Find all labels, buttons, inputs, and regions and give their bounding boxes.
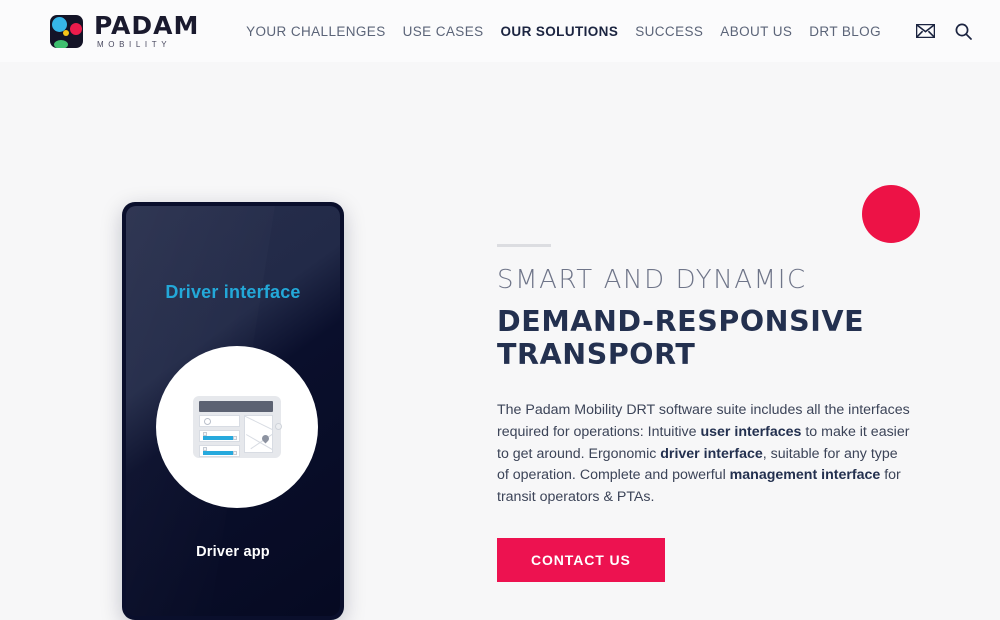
brand-tagline: MOBILITY — [97, 40, 172, 49]
nav-item-drt-blog[interactable]: DRT BLOG — [809, 24, 881, 39]
search-icon[interactable] — [955, 23, 972, 40]
nav-item-our-solutions[interactable]: OUR SOLUTIONS — [501, 24, 619, 39]
tablet-illustration — [193, 396, 282, 458]
nav-item-success[interactable]: SUCCESS — [635, 24, 703, 39]
card-inner-panel: Driver interface Driver app — [126, 206, 340, 616]
page-title: DEMAND-RESPONSIVE TRANSPORT — [497, 305, 865, 372]
main-navigation: YOUR CHALLENGES USE CASES OUR SOLUTIONS … — [246, 23, 980, 40]
padam-dots-logo-icon — [50, 14, 83, 48]
checkbox-icon — [233, 451, 237, 455]
card-title: Driver interface — [165, 282, 301, 302]
brand-wordmark: PADAM MOBILITY — [94, 13, 199, 49]
hero-section: Driver interface Driver app SMART AND DY… — [0, 62, 1000, 620]
brand-logo[interactable]: PADAM MOBILITY — [50, 13, 199, 49]
envelope-icon[interactable] — [916, 24, 935, 38]
list-item — [199, 445, 240, 457]
progress-bar — [203, 450, 233, 455]
list-item — [199, 415, 240, 427]
site-header: PADAM MOBILITY YOUR CHALLENGES USE CASES… — [0, 0, 1000, 62]
tablet-app-icon — [156, 346, 318, 508]
highlight-management-interface: management interface — [729, 467, 881, 484]
logo-dot-yellow — [63, 29, 69, 36]
highlight-driver-interface: driver interface — [660, 445, 763, 462]
checkbox-icon — [233, 436, 237, 440]
app-header-bar — [199, 401, 273, 412]
logo-dot-pink — [70, 22, 82, 35]
hero-paragraph: The Padam Mobility DRT software suite in… — [497, 400, 912, 509]
brand-name: PADAM — [94, 11, 200, 40]
heading-divider — [497, 244, 551, 247]
header-icon-group — [916, 23, 972, 40]
tablet-home-button — [275, 423, 282, 430]
driver-interface-card[interactable]: Driver interface Driver app — [122, 202, 344, 620]
card-caption: Driver app — [196, 544, 270, 560]
logo-dot-green — [54, 39, 68, 48]
nav-item-your-challenges[interactable]: YOUR CHALLENGES — [246, 24, 386, 39]
app-map-panel — [244, 415, 273, 453]
avatar-circle-icon — [204, 418, 211, 425]
list-item — [199, 430, 240, 442]
map-route-line — [245, 416, 272, 437]
tablet-screen — [199, 401, 273, 457]
highlight-user-interfaces: user interfaces — [700, 423, 802, 440]
hero-eyebrow: SMART AND DYNAMIC — [497, 265, 807, 295]
progress-bar — [203, 435, 233, 440]
nav-item-use-cases[interactable]: USE CASES — [403, 24, 484, 39]
contact-us-button[interactable]: CONTACT US — [497, 537, 665, 582]
nav-item-about-us[interactable]: ABOUT US — [720, 24, 792, 39]
app-list-panel — [199, 415, 240, 457]
hero-content: SMART AND DYNAMIC DEMAND-RESPONSIVE TRAN… — [497, 62, 927, 582]
